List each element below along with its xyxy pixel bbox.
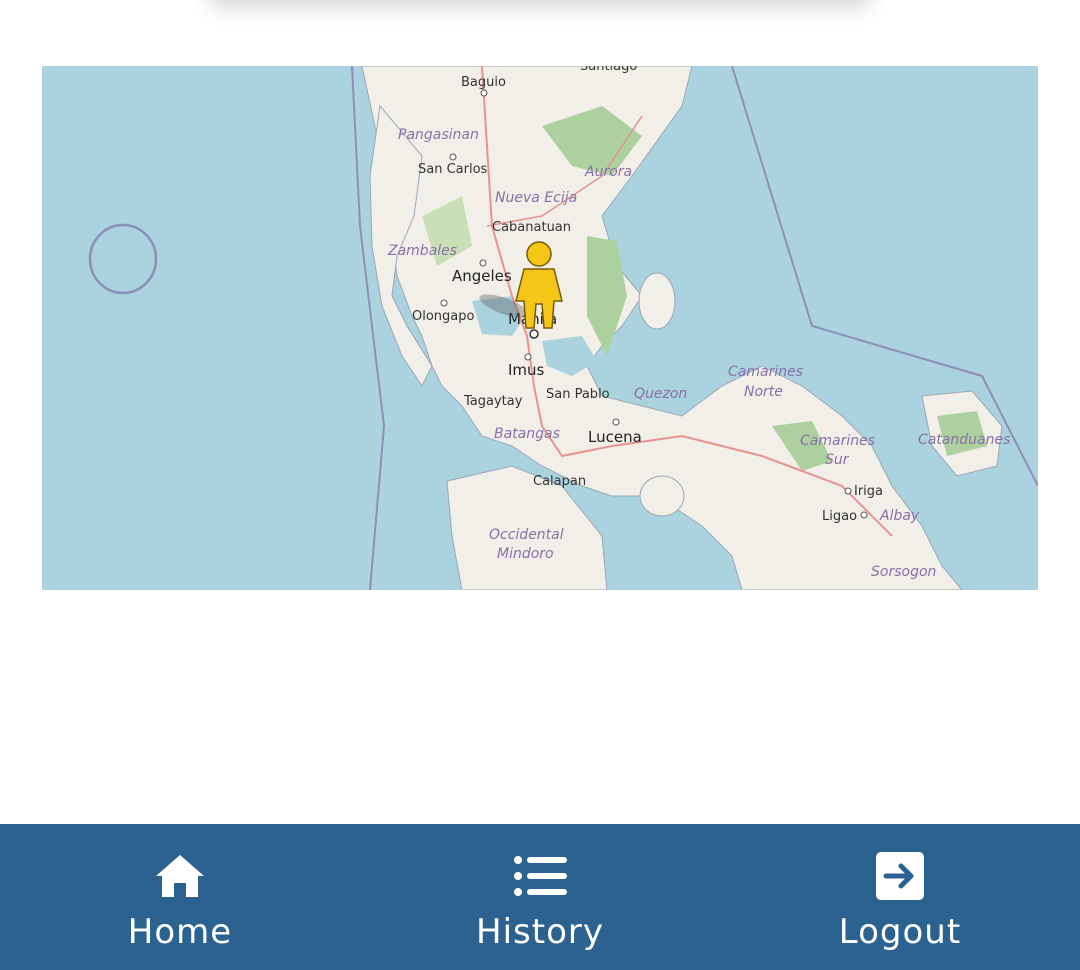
map-label: Norte bbox=[744, 384, 783, 400]
map-label: Catanduanes bbox=[918, 432, 1010, 448]
map-canvas[interactable]: Santiago Baguio Pangasinan San Carlos Au… bbox=[42, 66, 1038, 590]
map-label: Camarines bbox=[800, 433, 875, 449]
map-label: Nueva Ecija bbox=[495, 190, 577, 206]
bottom-navigation: Home History Logout bbox=[0, 824, 1080, 970]
island bbox=[638, 272, 676, 330]
map-label: Cabanatuan bbox=[492, 220, 571, 235]
nav-logout-button[interactable]: Logout bbox=[720, 824, 1080, 970]
logout-icon bbox=[872, 852, 928, 900]
map-label: Occidental bbox=[489, 527, 564, 543]
map-label: Aurora bbox=[584, 164, 632, 180]
island bbox=[639, 475, 685, 517]
map-label: Pangasinan bbox=[398, 127, 479, 143]
map-label: Santiago bbox=[580, 66, 637, 74]
map-label: Angeles bbox=[452, 267, 512, 285]
map-label: Quezon bbox=[634, 386, 687, 402]
nav-home-label: Home bbox=[127, 912, 233, 952]
city-dot bbox=[440, 299, 448, 307]
map-label: Ligao bbox=[822, 509, 857, 524]
nav-logout-label: Logout bbox=[838, 912, 962, 952]
map-label: Camarines bbox=[728, 364, 803, 380]
map-label: Sur bbox=[825, 452, 850, 468]
map-label: Calapan bbox=[533, 474, 586, 489]
map-label: Zambales bbox=[387, 243, 457, 259]
map-label: Olongapo bbox=[412, 309, 475, 324]
map-label: Baguio bbox=[461, 75, 506, 90]
city-dot bbox=[860, 511, 868, 519]
map-label: Iriga bbox=[854, 484, 883, 499]
city-dot bbox=[612, 418, 620, 426]
city-dot bbox=[844, 487, 852, 495]
map-label: Albay bbox=[879, 508, 920, 524]
map-label: Sorsogon bbox=[871, 564, 936, 580]
map-label: Mindoro bbox=[497, 546, 554, 562]
nav-history-button[interactable]: History bbox=[360, 824, 720, 970]
map-label: Tagaytay bbox=[463, 394, 523, 409]
city-dot bbox=[529, 329, 539, 339]
map-view[interactable]: Santiago Baguio Pangasinan San Carlos Au… bbox=[42, 66, 1038, 590]
list-icon bbox=[512, 852, 568, 900]
nav-history-label: History bbox=[476, 912, 604, 952]
map-label: San Pablo bbox=[546, 387, 610, 402]
city-dot bbox=[479, 259, 487, 267]
home-icon bbox=[152, 852, 208, 900]
city-dot bbox=[480, 89, 488, 97]
city-dot bbox=[524, 353, 532, 361]
map-label: Lucena bbox=[588, 428, 642, 446]
map-label: Imus bbox=[508, 361, 545, 379]
nav-home-button[interactable]: Home bbox=[0, 824, 360, 970]
map-label: Batangas bbox=[494, 426, 560, 442]
city-dot bbox=[449, 153, 457, 161]
map-label: San Carlos bbox=[418, 162, 488, 177]
